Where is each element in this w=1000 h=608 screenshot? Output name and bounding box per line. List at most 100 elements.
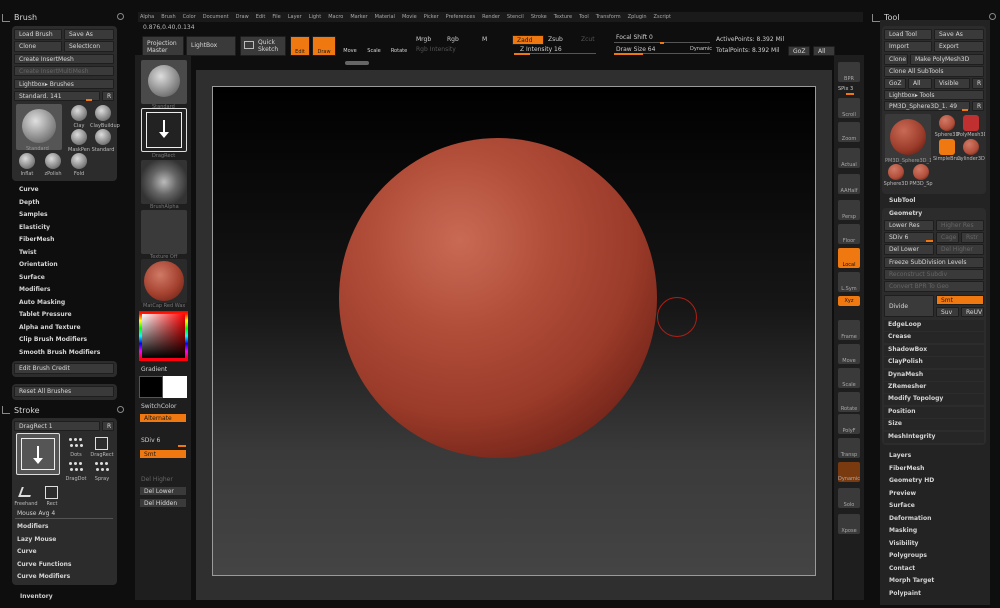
geometry-edgeloop[interactable]: EdgeLoop (888, 321, 921, 328)
menu-preferences[interactable]: Preferences (446, 13, 475, 21)
main-color-swatch[interactable] (139, 376, 163, 398)
select-icon-button[interactable]: SelectIcon (64, 41, 114, 52)
geometry-position[interactable]: Position (888, 408, 915, 415)
spix-slider[interactable]: SPix 3 (838, 86, 853, 92)
stroke-dots-icon[interactable] (66, 436, 86, 452)
sphere-mesh[interactable] (339, 138, 657, 458)
edit-button[interactable]: Edit (290, 36, 310, 56)
tool-menu-polygroups[interactable]: Polygroups (889, 552, 927, 559)
tool-menu-masking[interactable]: Masking (889, 527, 917, 534)
brush-r-button[interactable]: R (102, 91, 114, 101)
menu-edit[interactable]: Edit (256, 13, 266, 21)
menu-zplugin[interactable]: Zplugin (628, 13, 647, 21)
menu-marker[interactable]: Marker (350, 13, 367, 21)
stroke-menu-curve-functions[interactable]: Curve Functions (17, 561, 72, 568)
brush-menu-tablet-pressure[interactable]: Tablet Pressure (19, 311, 72, 318)
brush-popout-icon[interactable] (117, 13, 124, 20)
stroke-dragrect-shelf-icon[interactable] (141, 108, 187, 152)
brush-menu-samples[interactable]: Samples (19, 211, 48, 218)
draw-size-slider[interactable]: Draw Size 64 (616, 46, 655, 53)
lower-res-button[interactable]: Lower Res (884, 220, 934, 231)
menu-macro[interactable]: Macro (328, 13, 343, 21)
tool-clone-button[interactable]: Clone (884, 54, 908, 65)
dynamic-button[interactable]: Dynamic (690, 46, 712, 52)
edit-brush-credit-button[interactable]: Edit Brush Credit (14, 363, 114, 374)
geometry-dynamesh[interactable]: DynaMesh (888, 371, 923, 378)
menu-draw[interactable]: Draw (236, 13, 249, 21)
scale-button[interactable]: Scale (364, 36, 384, 56)
dragrect-large-icon[interactable] (16, 433, 60, 475)
geometry-claypolish[interactable]: ClayPolish (888, 358, 923, 365)
menu-color[interactable]: Color (183, 13, 196, 21)
tool-menu-contact[interactable]: Contact (889, 565, 915, 572)
tool-menu-fibermesh[interactable]: FiberMesh (889, 465, 924, 472)
load-brush-button[interactable]: Load Brush (14, 29, 62, 40)
lightbox-button[interactable]: LightBox (186, 36, 236, 56)
brush-menu-smooth-brush-modifiers[interactable]: Smooth Brush Modifiers (19, 349, 100, 356)
menu-texture[interactable]: Texture (554, 13, 572, 21)
zadd-button[interactable]: Zadd (512, 35, 544, 45)
tool-menu-deformation[interactable]: Deformation (889, 515, 931, 522)
brush-menu-modifiers[interactable]: Modifiers (19, 286, 51, 293)
focal-shift-slider[interactable]: Focal Shift 0 (616, 34, 653, 41)
brush-menu-clip-brush-modifiers[interactable]: Clip Brush Modifiers (19, 336, 87, 343)
convert-bpr-button[interactable]: Convert BPR To Geo (884, 281, 984, 292)
stroke-rect-icon[interactable] (42, 485, 62, 501)
subtool-header[interactable]: SubTool (889, 197, 915, 204)
stroke-menu-modifiers[interactable]: Modifiers (17, 523, 49, 530)
tool-menu-polypaint[interactable]: Polypaint (889, 590, 921, 597)
secondary-color-swatch[interactable] (163, 376, 187, 398)
higher-res-button[interactable]: Higher Res (936, 220, 984, 231)
brush-menu-curve[interactable]: Curve (19, 186, 39, 193)
create-insertmultimesh-button[interactable]: Create InsertMultiMesh (14, 66, 114, 76)
zsub-button[interactable]: Zsub (548, 36, 563, 43)
divide-button[interactable]: Divide (884, 295, 934, 317)
geometry-del-higher-button[interactable]: Del Higher (936, 244, 984, 255)
tool-menu-visibility[interactable]: Visibility (889, 540, 918, 547)
brush-standard-shelf-icon[interactable] (141, 60, 187, 104)
tool-visible-button[interactable]: Visible (934, 78, 970, 89)
import-button[interactable]: Import (884, 41, 932, 52)
reconstruct-subdiv-button[interactable]: Reconstruct Subdiv (884, 269, 984, 280)
stroke-menu-curve-modifiers[interactable]: Curve Modifiers (17, 573, 70, 580)
stroke-menu-icon[interactable] (2, 406, 10, 414)
menu-zscript[interactable]: Zscript (654, 13, 671, 21)
brush-menu-depth[interactable]: Depth (19, 199, 39, 206)
menu-alpha[interactable]: Alpha (140, 13, 154, 21)
projection-master-button[interactable]: Projection Master (142, 36, 184, 56)
menu-stroke[interactable]: Stroke (531, 13, 547, 21)
shelf-del-higher-button[interactable]: Del Higher (141, 476, 173, 483)
geometry-crease[interactable]: Crease (888, 333, 911, 340)
menu-light[interactable]: Light (309, 13, 321, 21)
cage-button[interactable]: Cage (936, 232, 959, 243)
texture-shelf-icon[interactable] (141, 210, 187, 254)
tool-menu-preview[interactable]: Preview (889, 490, 916, 497)
geometry-zremesher[interactable]: ZRemesher (888, 383, 926, 390)
mrgb-button[interactable]: Mrgb (416, 36, 431, 43)
canvas-scroll-handle[interactable] (345, 61, 369, 65)
brush-menu-twist[interactable]: Twist (19, 249, 36, 256)
brush-standard-large-icon[interactable] (16, 104, 62, 150)
brush-menu-alpha-and-texture[interactable]: Alpha and Texture (19, 324, 81, 331)
color-picker[interactable] (139, 311, 188, 361)
brush-save-as-button[interactable]: Save As (64, 29, 114, 40)
rotate-button[interactable]: Rotate (388, 36, 410, 56)
shelf-sdiv-slider[interactable]: SDiv 6 (141, 437, 160, 444)
stroke-freehand-icon[interactable] (16, 485, 36, 501)
menu-movie[interactable]: Movie (402, 13, 417, 21)
tool-menu-morph-target[interactable]: Morph Target (889, 577, 934, 584)
material-shelf-icon[interactable] (141, 259, 187, 303)
tool-all-button[interactable]: All (908, 78, 932, 89)
brush-menu-icon[interactable] (2, 14, 10, 22)
brush-menu-auto-masking[interactable]: Auto Masking (19, 299, 65, 306)
tool-sphere-large-icon[interactable] (885, 114, 931, 162)
zcut-button[interactable]: Zcut (581, 36, 595, 43)
shelf-del-lower-button[interactable]: Del Lower (139, 486, 187, 496)
geometry-meshintegrity[interactable]: MeshIntegrity (888, 433, 935, 440)
menu-file[interactable]: File (272, 13, 280, 21)
tool-menu-surface[interactable]: Surface (889, 502, 915, 509)
stroke-dragrect-icon[interactable] (92, 436, 112, 452)
rgb-button[interactable]: Rgb (447, 36, 459, 43)
freeze-subdivision-button[interactable]: Freeze SubDivision Levels (884, 257, 984, 268)
tool-r2-button[interactable]: R (972, 101, 984, 111)
